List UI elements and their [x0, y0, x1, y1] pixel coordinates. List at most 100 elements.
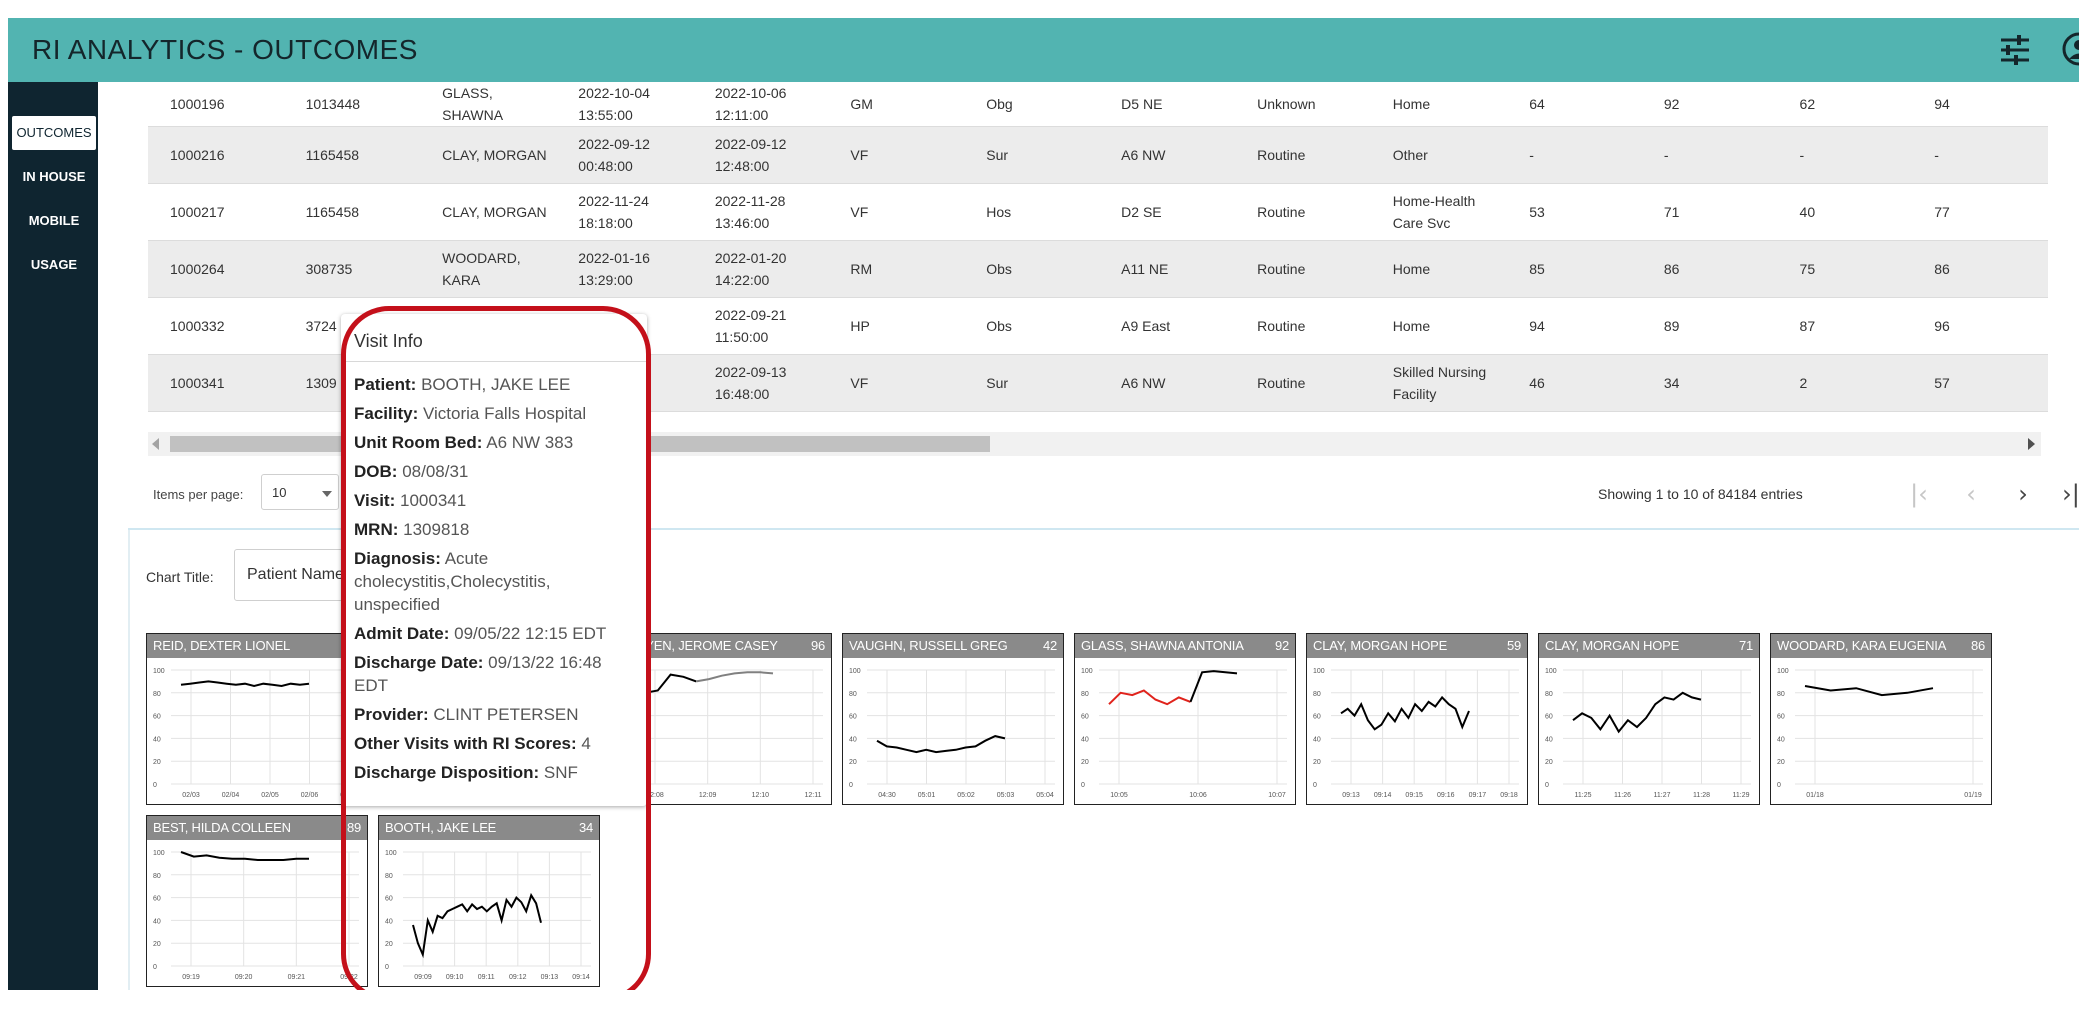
x-tick-label: 12:10 — [752, 792, 770, 799]
x-tick-label: 11:26 — [1614, 792, 1631, 799]
y-tick-label: 0 — [849, 782, 853, 789]
y-tick-label: 80 — [849, 691, 857, 698]
next-page-button[interactable]: › — [2008, 479, 2038, 509]
panel-border — [128, 530, 130, 990]
table-cell: A6 NW — [1121, 375, 1166, 391]
sidebar-item-in-house[interactable]: IN HOUSE — [12, 160, 96, 194]
table-cell: 71 — [1663, 204, 1680, 220]
chart-patient-name: GLASS, SHAWNA ANTONIA — [1081, 638, 1244, 653]
y-tick-label: 100 — [385, 850, 397, 857]
x-tick-label: 09:09 — [414, 974, 432, 981]
table-cell: A11 NE — [1121, 261, 1169, 277]
table-cell: HP — [850, 318, 870, 334]
x-tick-label: 09:21 — [288, 974, 306, 981]
y-tick-label: 60 — [1777, 714, 1785, 721]
table-row[interactable]: 1000196 1013448 GLASS, SHAWNA 2022-10-04 13… — [148, 82, 2048, 127]
y-tick-label: 100 — [1545, 668, 1557, 675]
patient-chart-card[interactable]: REID, DEXTER LIONEL 0 20 40 60 80 100 02/03 02/0… — [146, 633, 368, 805]
y-tick-label: 0 — [1777, 782, 1781, 789]
series-line — [1340, 695, 1470, 731]
x-tick-label: 05:02 — [957, 792, 975, 799]
y-tick-label: 80 — [153, 691, 161, 698]
last-page-button[interactable]: ›| — [2056, 479, 2079, 509]
y-tick-label: 100 — [153, 668, 165, 675]
table-cell: GM — [850, 96, 873, 112]
sidebar-item-mobile[interactable]: MOBILE — [12, 204, 96, 238]
tooltip-value: 08/08/31 — [402, 462, 469, 481]
patient-chart-card[interactable]: CLAY, MORGAN HOPE 59 0 20 40 60 80 100 09:13 09:1… — [1306, 633, 1528, 805]
tooltip-value: Victoria Falls Hospital — [422, 404, 587, 423]
tooltip-value: A6 NW 383 — [486, 433, 574, 452]
table-cell: 53 — [1529, 204, 1545, 220]
table-cell: 1000332 — [170, 318, 225, 334]
table-cell: 94 — [1934, 96, 1950, 112]
tooltip-row: Admit Date: 09/05/22 12:15 EDT — [354, 622, 634, 645]
table-cell: - — [1934, 147, 1939, 163]
x-tick-label: 09:14 — [1374, 792, 1392, 799]
table-cell: 92 — [1663, 96, 1680, 112]
y-tick-label: 100 — [849, 668, 861, 675]
table-cell: Sur — [986, 375, 1009, 391]
x-tick-label: 12:08 — [646, 792, 664, 799]
sliders-icon[interactable] — [1998, 34, 2032, 66]
tooltip-row: Diagnosis: Acute cholecystitis,Cholecyst… — [354, 547, 634, 616]
table-cell: Skilled Nursing Facility — [1392, 364, 1487, 402]
patient-chart-card[interactable]: BEST, HILDA COLLEEN 89 0 20 40 60 80 100 09:19 09… — [146, 815, 368, 987]
tooltip-row: Patient: BOOTH, JAKE LEE — [354, 373, 634, 396]
chart-header: GLASS, SHAWNA ANTONIA 92 — [1075, 634, 1295, 658]
y-tick-label: 40 — [1313, 736, 1321, 743]
table-row[interactable]: 1000264 308735 WOODARD, KARA 2022-01-16 13:… — [148, 240, 2048, 298]
tooltip-row: DOB: 08/08/31 — [354, 460, 634, 483]
table-cell: Routine — [1257, 261, 1306, 277]
table-cell: 89 — [1663, 318, 1680, 334]
table-cell: CLAY, MORGAN — [442, 147, 547, 163]
table-cell: D2 SE — [1121, 204, 1162, 220]
chart-title-value: Patient Name — [247, 566, 344, 583]
table-cell: Home — [1392, 261, 1431, 277]
y-tick-label: 40 — [1081, 736, 1089, 743]
tooltip-label: Unit Room Bed: — [354, 433, 483, 452]
line-chart: 0 20 40 60 80 100 11:25 11:26 11:27 11:28 11:29 — [1545, 668, 1751, 799]
scroll-left-arrow-icon[interactable] — [152, 438, 159, 450]
patient-chart-card[interactable]: WOODARD, KARA EUGENIA 86 0 20 40 60 80 100 01/18… — [1770, 633, 1992, 805]
table-cell: A6 NW — [1121, 147, 1166, 163]
table-cell: - — [1663, 147, 1669, 163]
items-per-page-select[interactable]: 10 — [261, 474, 339, 510]
table-row[interactable]: 1000216 1165458 CLAY, MORGAN 2022-09-12 00:… — [148, 126, 2048, 184]
patient-chart-card[interactable]: CLAY, MORGAN HOPE 71 0 20 40 60 80 100 11:25 11:2… — [1538, 633, 1760, 805]
previous-page-button[interactable]: ‹ — [1956, 479, 1986, 509]
table-cell: 46 — [1529, 375, 1545, 391]
tooltip-label: MRN: — [354, 520, 399, 539]
table-cell: 1000341 — [170, 375, 225, 391]
y-tick-label: 80 — [385, 873, 393, 880]
tooltip-value: CLINT PETERSEN — [433, 705, 579, 724]
x-tick-label: 10:05 — [1110, 792, 1128, 799]
x-tick-label: 04:30 — [878, 792, 896, 799]
sidebar-item-usage[interactable]: USAGE — [12, 248, 96, 282]
table-cell: 57 — [1934, 375, 1950, 391]
table-cell: Routine — [1257, 318, 1306, 334]
y-tick-label: 20 — [1313, 759, 1321, 766]
chart-score: 71 — [1738, 638, 1753, 653]
first-page-button[interactable]: |‹ — [1904, 479, 1934, 509]
tooltip-row: Provider: CLINT PETERSEN — [354, 703, 634, 726]
tooltip-row: Discharge Date: 09/13/22 16:48 EDT — [354, 651, 634, 697]
tooltip-row: Visit: 1000341 — [354, 489, 634, 512]
y-tick-label: 0 — [1081, 782, 1085, 789]
tooltip-row: Unit Room Bed: A6 NW 383 — [354, 431, 634, 454]
y-tick-label: 80 — [1081, 691, 1089, 698]
y-tick-label: 60 — [1545, 714, 1553, 721]
table-cell: VF — [850, 147, 869, 163]
sidebar-item-outcomes[interactable]: OUTCOMES — [12, 116, 96, 150]
line-chart: 0 20 40 60 80 100 10:05 10:06 10:07 — [1081, 668, 1287, 799]
table-cell: Home-Health Care Svc — [1392, 193, 1476, 231]
table-row[interactable]: 1000217 1165458 CLAY, MORGAN 2022-11-24 18:… — [148, 184, 2048, 241]
y-tick-label: 20 — [1081, 759, 1089, 766]
tooltip-label: Diagnosis: — [354, 549, 441, 568]
patient-chart-card[interactable]: GLASS, SHAWNA ANTONIA 92 0 20 40 60 80 100 10:05… — [1074, 633, 1296, 805]
y-tick-label: 20 — [385, 941, 393, 948]
patient-chart-card[interactable]: VAUGHN, RUSSELL GREG 42 0 20 40 60 80 100 04:30 0… — [842, 633, 1064, 805]
scroll-right-arrow-icon[interactable] — [2028, 438, 2035, 450]
user-circle-icon[interactable] — [2062, 32, 2079, 66]
patient-chart-card[interactable]: BOOTH, JAKE LEE 34 0 20 40 60 80 100 09:09 09:10 0… — [378, 815, 600, 987]
